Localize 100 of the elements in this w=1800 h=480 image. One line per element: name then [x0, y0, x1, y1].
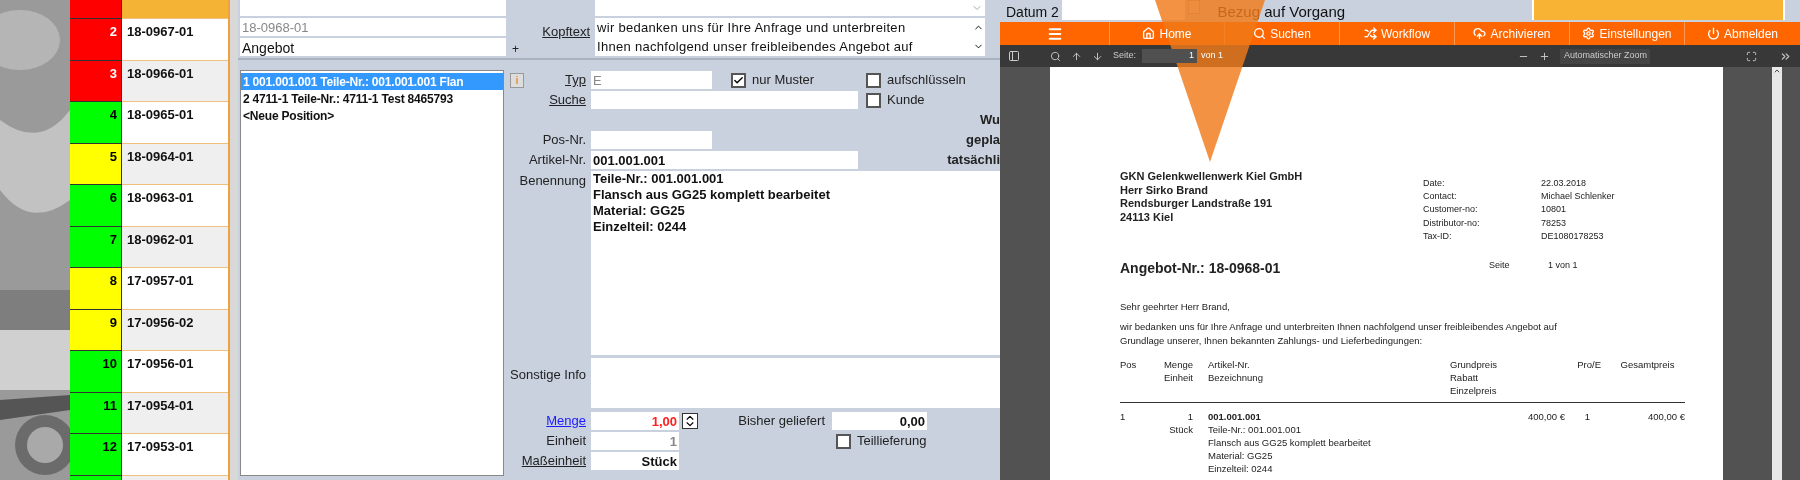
menu-icon[interactable]	[1046, 25, 1063, 42]
order-cell[interactable]: 17-0956-02	[122, 309, 228, 351]
input-field[interactable]: 0,00	[832, 412, 927, 430]
status-cell: 11	[70, 392, 122, 434]
list-item[interactable]: 2 4711-1 Teile-Nr.: 4711-1 Test 8465793	[241, 90, 503, 107]
table-cell-text: 400,00 €	[1647, 410, 1685, 425]
checkbox[interactable]	[836, 433, 851, 449]
field-label: Sonstige Info	[510, 366, 586, 384]
input-field[interactable]: Stück	[591, 452, 679, 470]
field-label: Einheit	[546, 432, 586, 451]
column-header: Pos	[1120, 358, 1138, 373]
table-cell: 1	[1187, 410, 1193, 424]
header-text-area[interactable]: wir bedanken uns für Ihre Anfrage und unterbreiten Ihnen nachfolgend unser freibleibendes Angebot auf	[595, 18, 985, 56]
field-label: Datum 2	[1005, 3, 1060, 22]
table-cell-text: 1	[1120, 410, 1127, 425]
page-value: 1 von 1	[1548, 259, 1578, 273]
spinner-icon[interactable]	[682, 413, 698, 429]
order-cell[interactable]: 18-0965-01	[122, 102, 228, 144]
detail-label: Date:	[1423, 177, 1446, 190]
status-cell: 6	[70, 185, 122, 227]
address-line: Herr Sirko Brand	[1120, 183, 1210, 197]
order-cell[interactable]: 17-0954-01	[122, 392, 228, 434]
document-number-field[interactable]: 18-0968-01	[240, 18, 506, 36]
status-cell: 9	[70, 309, 122, 351]
field-label[interactable]: Menge	[546, 411, 586, 431]
list-item[interactable]: <Neue Position>	[241, 107, 503, 124]
table-cell-text: Teile-Nr.: 001.001.001	[1208, 423, 1302, 437]
detail-label: Distributor-no:	[1423, 216, 1481, 230]
table-cell-text: Einzelteil: 0244	[1208, 462, 1274, 476]
text-line: Material: GG25	[593, 203, 686, 219]
field-label[interactable]: Kopftext	[542, 22, 590, 42]
order-cell[interactable]: 18-0967-01	[122, 19, 228, 61]
checkbox-label: nur Muster	[752, 71, 815, 90]
table-cell-text: 001.001.001	[1208, 410, 1262, 424]
field-label[interactable]: Maßeinheit	[521, 451, 586, 471]
scroll-up-icon[interactable]	[1773, 67, 1781, 75]
table-cell-text: 1	[1583, 410, 1592, 425]
zoom-in-icon[interactable]	[1539, 50, 1551, 62]
page-field[interactable]: 1	[1142, 49, 1197, 63]
scrollbar[interactable]	[1772, 67, 1782, 480]
table-cell-text: 400,00 €	[1527, 410, 1565, 425]
salutation: Sehr geehrter Herr Brand,	[1120, 300, 1231, 314]
settings-icon	[1582, 27, 1596, 40]
fullscreen-icon[interactable]	[1746, 50, 1757, 62]
arrow-down-icon[interactable]	[1092, 50, 1103, 62]
order-cell[interactable]: 17-0953-01	[122, 434, 228, 476]
order-cell[interactable]: 18-0966-01	[122, 60, 228, 102]
sidebar-icon[interactable]	[1008, 50, 1020, 62]
address-line: 24113 Kiel	[1120, 210, 1175, 224]
page-label: Seite	[1489, 259, 1511, 273]
field-label: Artikel-Nr.	[528, 151, 586, 170]
order-cell[interactable]: 17-0957-01	[122, 268, 228, 310]
detail-label: Contact:	[1423, 190, 1458, 204]
home-icon	[1142, 27, 1156, 40]
detail-label: Tax-ID:	[1423, 229, 1453, 243]
dropdown-field[interactable]	[595, 0, 985, 16]
field-label[interactable]: Suche	[549, 90, 586, 110]
power-icon	[1706, 27, 1720, 40]
order-cell[interactable]: 17-0956-01	[122, 351, 228, 393]
input-field[interactable]: 1	[591, 432, 679, 450]
column-header: Artikel-Nr. Bezeichnung	[1208, 358, 1264, 386]
order-cell[interactable]: 18-0964-01	[122, 143, 228, 185]
text-line: wir bedanken uns für Ihre Anfrage und unterbreiten	[597, 19, 907, 37]
table-cell-text: Flansch aus GG25 komplett bearbeitet	[1208, 436, 1372, 450]
input-field[interactable]: 001.001.001	[591, 151, 858, 169]
search-icon[interactable]	[1050, 50, 1061, 62]
detail-value: DE1080178253	[1541, 229, 1604, 243]
field-label: Pos-Nr.	[542, 131, 586, 150]
detail-label: Customer-no:	[1423, 203, 1479, 217]
detail-value: Michael Schlenker	[1541, 190, 1615, 204]
checkbox[interactable]	[866, 92, 881, 108]
quantity-field[interactable]: 1,00	[591, 412, 679, 430]
checkbox-label: aufschlüsseln	[887, 71, 966, 90]
order-cell[interactable]: 18-0963-01	[122, 185, 228, 227]
input-field[interactable]	[591, 131, 712, 149]
field-label: Wu	[980, 111, 1000, 130]
column-header: Gesamtpreis	[1619, 358, 1676, 373]
search-icon	[1253, 27, 1267, 40]
text-line: Grundlage unserer, Ihnen bekannten Zahlungs- und Lieferbedingungen:	[1120, 334, 1424, 349]
arrow-up-icon[interactable]	[1071, 50, 1082, 62]
field-label[interactable]: Typ	[565, 70, 586, 90]
zoom-select[interactable]: Automatischer Zoom	[1560, 48, 1651, 64]
status-cell: 3	[70, 60, 122, 102]
checkbox[interactable]	[731, 72, 746, 88]
description-area[interactable]: Teile-Nr.: 001.001.001 Flansch aus GG25 komplett bearbeitet Material: GG25 Einzelteil: 0244	[591, 171, 1000, 355]
status-cell: 4	[70, 102, 122, 144]
table-cell: Stück	[1169, 423, 1193, 437]
text-line: Flansch aus GG25 komplett bearbeitet	[593, 187, 831, 203]
checkbox[interactable]	[866, 72, 881, 88]
detail-value: 10801	[1541, 203, 1567, 217]
text-line: wir bedanken uns für Ihre Anfrage und unterbreiten Ihnen nachfolgend unser freibleibendes Angebot auf	[1120, 320, 1558, 335]
input-field[interactable]	[240, 0, 506, 16]
input-field[interactable]: E	[591, 71, 712, 89]
page-label: Seite:	[1113, 49, 1136, 63]
order-cell[interactable]: 18-0962-01	[122, 226, 228, 268]
status-cell: 7	[70, 226, 122, 268]
document-type-field[interactable]: Angebot	[240, 38, 506, 56]
order-cell[interactable]	[122, 0, 228, 19]
status-cell: 12	[70, 434, 122, 476]
search-field[interactable]	[591, 91, 858, 109]
